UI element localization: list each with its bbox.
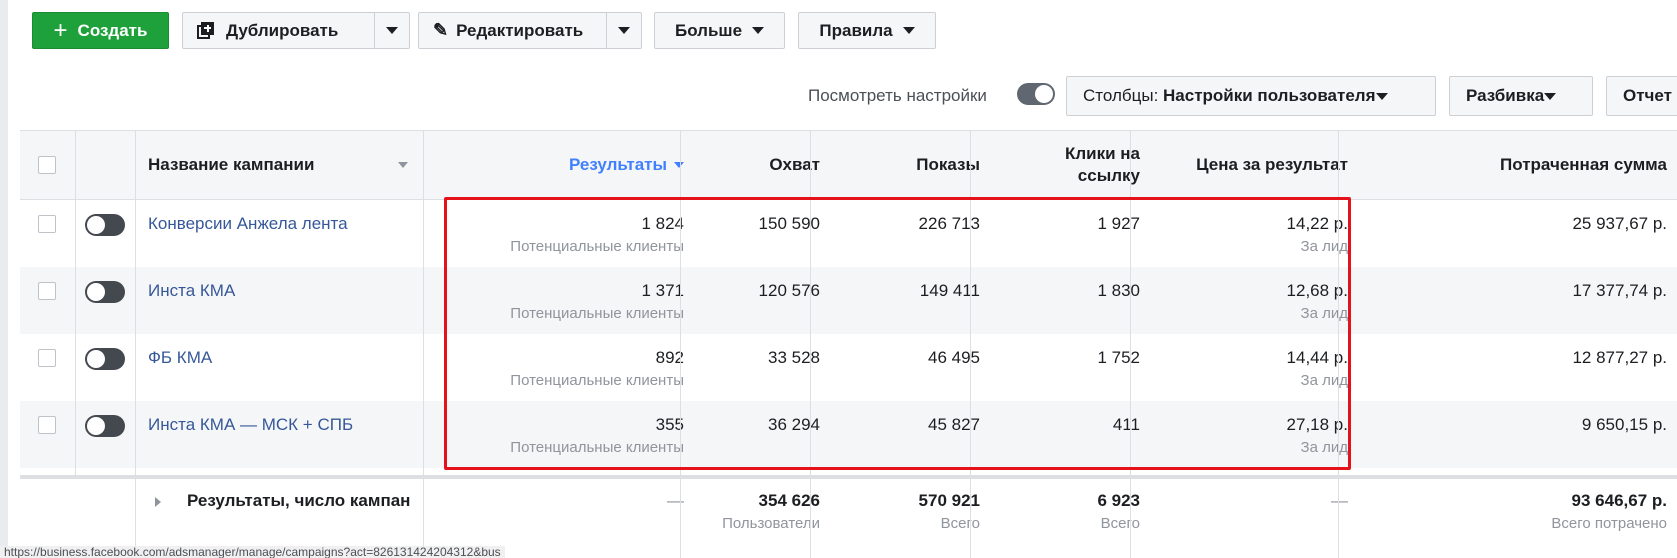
view-settings-toggle[interactable] <box>1017 83 1055 105</box>
caret-down-icon <box>617 27 630 34</box>
toolbar: + Создать Дублировать ✎ Редактировать Бо… <box>0 0 1677 60</box>
expand-caret-icon[interactable] <box>155 497 161 507</box>
create-button[interactable]: + Создать <box>32 12 169 49</box>
header-cost-label: Цена за результат <box>1196 155 1348 174</box>
campaign-toggle[interactable] <box>85 214 125 236</box>
table-header: Название кампании Результаты Охват Показ… <box>20 130 1677 200</box>
pencil-icon: ✎ <box>433 20 449 40</box>
caret-down-icon <box>385 27 398 34</box>
spent-cell: 12 877,27 р. <box>1572 348 1667 367</box>
duplicate-dropdown[interactable] <box>373 13 409 48</box>
create-label: Создать <box>77 20 148 40</box>
duplicate-label: Дублировать <box>226 20 339 40</box>
caret-down-icon <box>902 27 915 34</box>
edit-label: Редактировать <box>456 20 584 40</box>
select-all-checkbox[interactable] <box>38 156 56 174</box>
header-results[interactable]: Результаты <box>420 131 684 199</box>
sort-caret-icon <box>674 162 684 168</box>
campaign-name-link[interactable]: ФБ КМА <box>148 348 212 368</box>
campaign-name-link[interactable]: Инста КМА <box>148 281 235 301</box>
header-checkbox-cell <box>38 131 68 199</box>
totals-clicks: 6 923 Всего <box>1000 491 1140 532</box>
edit-button-group: ✎ Редактировать <box>418 12 642 49</box>
campaign-toggle[interactable] <box>85 415 125 437</box>
reports-button[interactable]: Отчет <box>1606 76 1677 116</box>
rules-label: Правила <box>819 20 893 40</box>
row-checkbox[interactable] <box>38 416 56 434</box>
breakdown-label: Разбивка <box>1466 86 1545 105</box>
more-button[interactable]: Больше <box>654 12 785 49</box>
spent-cell: 17 377,74 р. <box>1572 281 1667 300</box>
totals-label: Результаты, число кампан <box>187 491 411 510</box>
campaign-toggle[interactable] <box>85 281 125 303</box>
totals-reach: 354 626 Пользователи <box>660 491 820 532</box>
caret-down-icon <box>1544 92 1557 100</box>
totals-cost: — <box>1331 491 1348 510</box>
header-spent-label: Потраченная сумма <box>1500 155 1667 174</box>
duplicate-icon <box>197 22 214 39</box>
column-divider <box>135 130 136 558</box>
totals-spent-value: 93 646,67 р. <box>1571 491 1667 510</box>
highlight-box <box>444 197 1351 470</box>
header-clicks-line1: Клики на <box>1064 144 1140 163</box>
spent-cell: 9 650,15 р. <box>1581 415 1667 434</box>
header-reach[interactable]: Охват <box>700 131 820 199</box>
view-bar: Посмотреть настройки Столбцы: Настройки … <box>0 76 1677 116</box>
caret-down-icon <box>398 162 408 168</box>
totals-impressions-value: 570 921 <box>918 491 980 510</box>
campaign-name-link[interactable]: Инста КМА — МСК + СПБ <box>148 415 353 435</box>
spent-cell: 25 937,67 р. <box>1572 214 1667 233</box>
caret-down-icon <box>752 27 765 34</box>
totals-impressions: 570 921 Всего <box>840 491 980 532</box>
header-cost-per-result[interactable]: Цена за результат <box>1160 131 1348 199</box>
totals-impressions-sub: Всего <box>940 515 980 532</box>
column-divider <box>75 130 76 475</box>
totals-clicks-value: 6 923 <box>1097 491 1140 510</box>
duplicate-button-group: Дублировать <box>182 12 410 49</box>
totals-clicks-sub: Всего <box>1100 515 1140 532</box>
header-clicks[interactable]: Клики на ссылку <box>1000 131 1140 199</box>
more-label: Больше <box>674 20 743 40</box>
campaign-toggle[interactable] <box>85 348 125 370</box>
campaign-name-link[interactable]: Конверсии Анжела лента <box>148 214 348 234</box>
header-spent[interactable]: Потраченная сумма <box>1370 131 1667 199</box>
columns-value: Настройки пользователя <box>1163 86 1376 105</box>
duplicate-button[interactable]: Дублировать <box>183 13 374 48</box>
view-settings-label: Посмотреть настройки <box>808 86 987 105</box>
plus-icon: + <box>53 16 68 44</box>
breakdown-button[interactable]: Разбивка <box>1449 76 1593 116</box>
column-divider <box>423 130 424 558</box>
header-results-label: Результаты <box>568 155 667 174</box>
caret-down-icon <box>1375 92 1388 100</box>
header-clicks-line2: ссылку <box>1077 166 1140 185</box>
row-checkbox[interactable] <box>38 215 56 233</box>
reports-label: Отчет <box>1623 86 1672 105</box>
row-checkbox[interactable] <box>38 349 56 367</box>
columns-prefix: Столбцы: <box>1083 86 1164 105</box>
header-impressions[interactable]: Показы <box>840 131 980 199</box>
totals-spent: 93 646,67 р. Всего потрачено <box>1370 491 1667 532</box>
status-bar-url: https://business.facebook.com/adsmanager… <box>0 546 505 558</box>
totals-spent-sub: Всего потрачено <box>1551 515 1667 532</box>
header-reach-label: Охват <box>769 155 820 174</box>
edit-button[interactable]: ✎ Редактировать <box>419 13 606 48</box>
row-checkbox[interactable] <box>38 282 56 300</box>
rules-button[interactable]: Правила <box>798 12 936 49</box>
header-name-label: Название кампании <box>148 155 315 174</box>
totals-results: — <box>667 491 684 510</box>
totals-reach-sub: Пользователи <box>722 515 820 532</box>
columns-button[interactable]: Столбцы: Настройки пользователя <box>1066 76 1436 116</box>
totals-reach-value: 354 626 <box>758 491 820 510</box>
edit-dropdown[interactable] <box>605 13 641 48</box>
header-name[interactable]: Название кампании <box>148 131 408 199</box>
